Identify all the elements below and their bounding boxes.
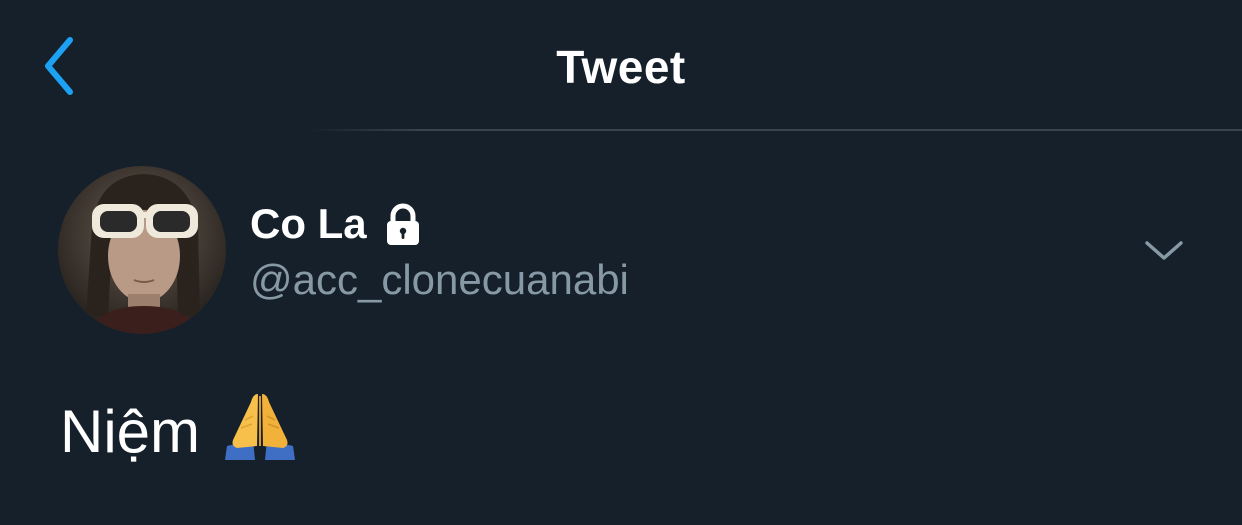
tweet-text: Niệm <box>60 398 201 465</box>
author-handle[interactable]: @acc_clonecuanabi <box>250 256 629 304</box>
author-name-row: Co La <box>250 198 425 250</box>
tweet-body: Niệm <box>60 390 297 475</box>
lock-icon <box>381 202 425 246</box>
navigation-bar: Tweet <box>0 0 1242 132</box>
more-options-button[interactable] <box>1138 230 1190 270</box>
header-divider <box>310 129 1242 131</box>
avatar[interactable] <box>58 166 226 334</box>
chevron-down-icon <box>1145 241 1183 260</box>
page-title: Tweet <box>556 41 686 93</box>
folded-hands-emoji-icon <box>223 390 297 475</box>
avatar-photo <box>58 166 226 334</box>
author-display-name[interactable]: Co La <box>250 200 367 248</box>
